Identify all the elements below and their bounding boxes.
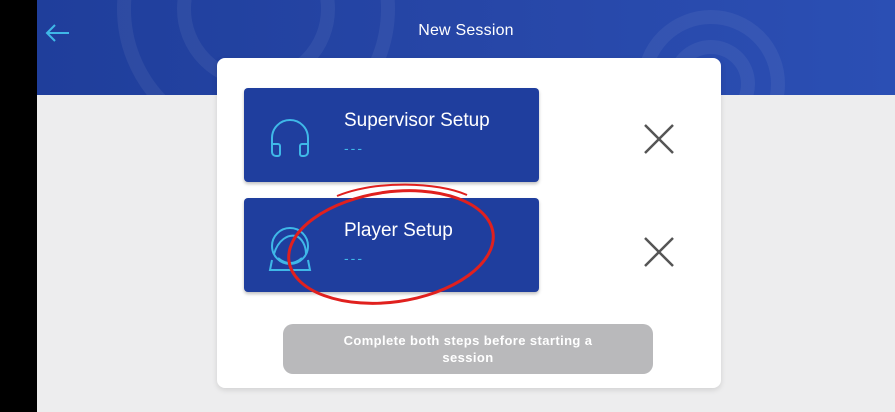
- page-title: New Session: [418, 22, 514, 39]
- start-session-label: Complete both steps before starting a se…: [343, 333, 593, 365]
- player-icon: [262, 220, 318, 276]
- supervisor-close-icon[interactable]: [639, 119, 679, 159]
- player-setup-status: ---: [344, 250, 364, 266]
- supervisor-setup-button[interactable]: Supervisor Setup ---: [244, 88, 539, 182]
- supervisor-setup-label: Supervisor Setup: [344, 110, 490, 131]
- player-setup-label: Player Setup: [344, 220, 453, 241]
- setup-card: Supervisor Setup --- Player Setup --- Co…: [217, 58, 721, 388]
- app-screen: New Session Supervisor Setup --- Player …: [37, 0, 895, 412]
- player-setup-button[interactable]: Player Setup ---: [244, 198, 539, 292]
- device-bezel: [0, 0, 37, 412]
- headphones-icon: [262, 110, 318, 166]
- supervisor-setup-status: ---: [344, 140, 364, 156]
- player-close-icon[interactable]: [639, 232, 679, 272]
- start-session-button[interactable]: Complete both steps before starting a se…: [283, 324, 653, 374]
